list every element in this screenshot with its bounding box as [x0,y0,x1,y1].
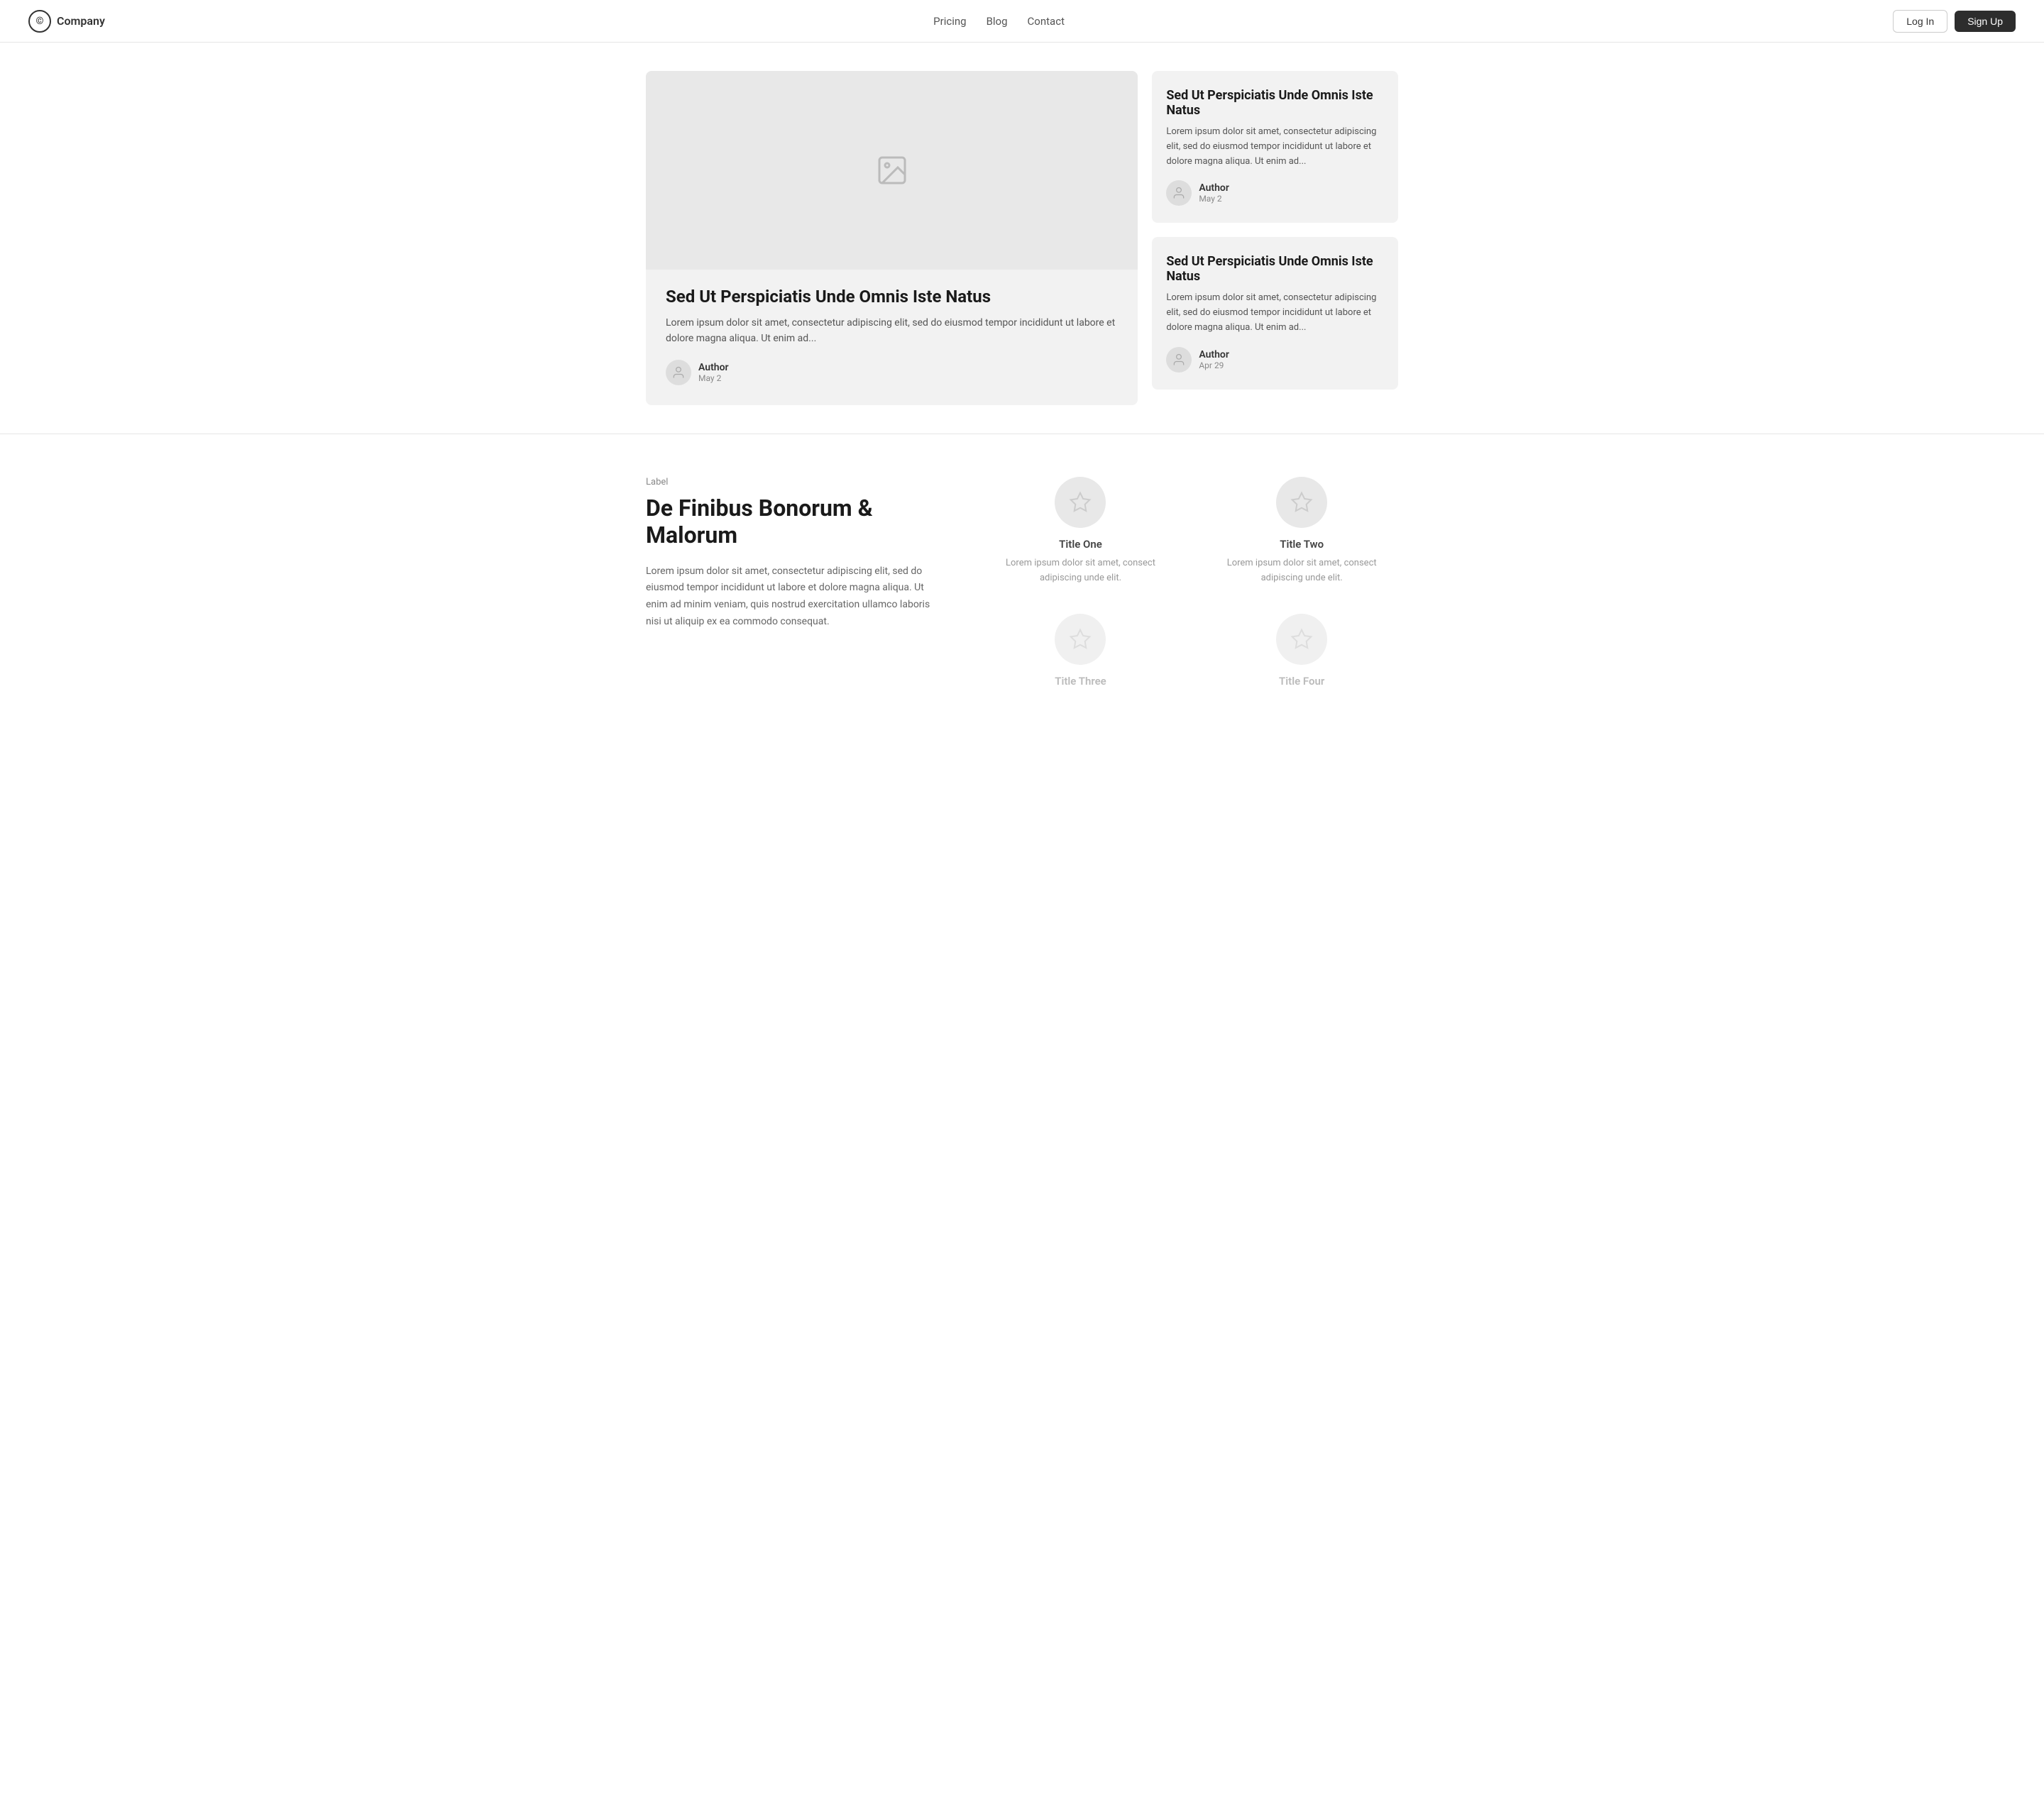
login-button[interactable]: Log In [1893,10,1947,33]
signup-button[interactable]: Sign Up [1955,11,2016,32]
hero-main-avatar [666,360,691,385]
nav-link-blog[interactable]: Blog [987,15,1008,28]
features-text: Label De Finibus Bonorum & Malorum Lorem… [646,477,942,631]
feature-title-two: Title Two [1280,538,1324,551]
star-icon [1290,628,1313,651]
side-card-2-avatar [1166,347,1192,373]
feature-desc-two: Lorem ipsum dolor sit amet, consect adip… [1205,556,1398,586]
side-card-1-desc: Lorem ipsum dolor sit amet, consectetur … [1166,125,1384,169]
side-card-1-title: Sed Ut Perspiciatis Unde Omnis Iste Natu… [1166,88,1384,118]
side-card-2[interactable]: Sed Ut Perspiciatis Unde Omnis Iste Natu… [1152,237,1398,389]
hero-card-title: Sed Ut Perspiciatis Unde Omnis Iste Natu… [666,287,1118,307]
brand-name: Company [57,14,105,28]
hero-main-card[interactable]: Sed Ut Perspiciatis Unde Omnis Iste Natu… [646,71,1138,405]
star-icon [1069,628,1092,651]
feature-icon-circle-two [1276,477,1327,528]
star-icon [1069,491,1092,514]
side-card-2-author-name: Author [1199,349,1229,360]
hero-card-content: Sed Ut Perspiciatis Unde Omnis Iste Natu… [646,270,1138,405]
nav-links: Pricing Blog Contact [933,15,1065,28]
feature-icon-circle-three [1055,614,1106,665]
hero-main-author-info: Author May 2 [698,362,729,383]
side-card-1-author-name: Author [1199,182,1229,194]
hero-image-placeholder [646,71,1138,270]
feature-item-title-four: Title Four [1205,614,1398,693]
feature-item-title-one: Title One Lorem ipsum dolor sit amet, co… [984,477,1177,586]
hero-card-desc: Lorem ipsum dolor sit amet, consectetur … [666,315,1118,347]
navbar: © Company Pricing Blog Contact Log In Si… [0,0,2044,43]
feature-title-three: Title Three [1055,675,1106,688]
feature-desc-one: Lorem ipsum dolor sit amet, consect adip… [984,556,1177,586]
side-card-1-author-date: May 2 [1199,194,1229,204]
features-label: Label [646,477,942,487]
side-card-2-author-row: Author Apr 29 [1166,347,1384,373]
side-card-2-author-info: Author Apr 29 [1199,349,1229,370]
brand[interactable]: © Company [28,10,105,33]
avatar-icon [671,365,686,380]
avatar-icon [1172,353,1186,367]
side-card-2-author-date: Apr 29 [1199,360,1229,370]
feature-icon-circle-one [1055,477,1106,528]
feature-title-one: Title One [1059,538,1102,551]
side-card-1-author-info: Author May 2 [1199,182,1229,204]
hero-main-author-date: May 2 [698,373,729,383]
features-desc: Lorem ipsum dolor sit amet, consectetur … [646,563,942,631]
features-grid: Title One Lorem ipsum dolor sit amet, co… [984,477,1398,694]
side-card-1-author-row: Author May 2 [1166,180,1384,206]
side-cards: Sed Ut Perspiciatis Unde Omnis Iste Natu… [1152,71,1398,405]
side-card-1[interactable]: Sed Ut Perspiciatis Unde Omnis Iste Natu… [1152,71,1398,223]
navbar-actions: Log In Sign Up [1893,10,2016,33]
side-card-1-avatar [1166,180,1192,206]
feature-item-title-two: Title Two Lorem ipsum dolor sit amet, co… [1205,477,1398,586]
features-section: Label De Finibus Bonorum & Malorum Lorem… [632,434,1412,737]
hero-main-author-name: Author [698,362,729,373]
side-card-2-title: Sed Ut Perspiciatis Unde Omnis Iste Natu… [1166,254,1384,284]
hero-section: Sed Ut Perspiciatis Unde Omnis Iste Natu… [632,71,1412,405]
nav-link-contact[interactable]: Contact [1028,15,1065,28]
feature-title-four: Title Four [1279,675,1324,688]
side-card-2-desc: Lorem ipsum dolor sit amet, consectetur … [1166,291,1384,335]
image-placeholder-icon [875,153,909,187]
feature-icon-circle-four [1276,614,1327,665]
brand-icon: © [28,10,51,33]
features-title: De Finibus Bonorum & Malorum [646,495,942,549]
feature-item-title-three: Title Three [984,614,1177,693]
nav-link-pricing[interactable]: Pricing [933,15,966,28]
star-icon [1290,491,1313,514]
avatar-icon [1172,186,1186,200]
hero-main-author-row: Author May 2 [666,360,1118,385]
